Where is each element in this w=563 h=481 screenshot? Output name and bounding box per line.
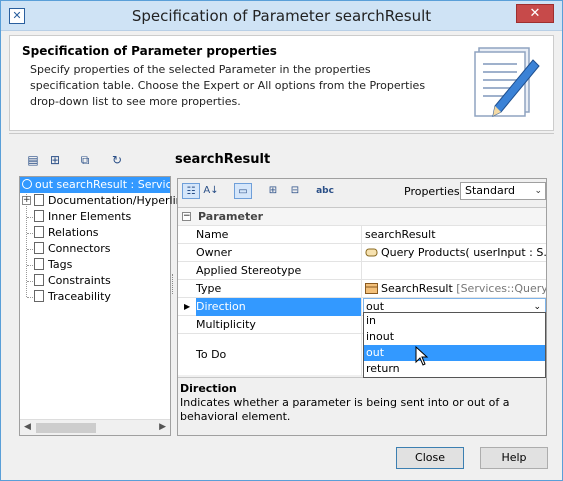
- element-title: searchResult: [175, 152, 271, 167]
- document-icon: [34, 226, 44, 238]
- specification-dialog: ✕ Specification of Parameter searchResul…: [0, 0, 563, 481]
- property-name: Type: [196, 280, 362, 298]
- property-name: Multiplicity: [196, 316, 362, 334]
- collapse-icon[interactable]: −: [182, 212, 191, 221]
- property-value: Query Products( userInput : S...: [381, 246, 546, 259]
- scroll-thumb[interactable]: [36, 423, 96, 433]
- tree-item-documentation[interactable]: Documentation/Hyperlin: [34, 193, 183, 209]
- category-tree: out searchResult : Services + Documentat…: [19, 176, 183, 436]
- copy-icon[interactable]: ⧉: [77, 152, 93, 168]
- document-icon: [34, 258, 44, 270]
- class-icon: [365, 283, 378, 294]
- description-panel: Direction Indicates whether a parameter …: [178, 377, 546, 435]
- list-view-icon[interactable]: ▤: [25, 152, 41, 168]
- tree-item-connectors[interactable]: Connectors: [34, 241, 110, 257]
- direction-option-in[interactable]: in: [364, 313, 545, 329]
- properties-toolbar: ☷ A↓ ▭ ⊞ ⊟ abc Properties: Standard ⌄: [178, 179, 546, 203]
- tree-horizontal-scrollbar[interactable]: ◀ ▶: [20, 419, 170, 435]
- property-row-name[interactable]: Name searchResult: [178, 226, 546, 244]
- description-text: Indicates whether a parameter is being s…: [180, 396, 510, 423]
- tree-item-relations[interactable]: Relations: [34, 225, 99, 241]
- document-icon: [34, 274, 44, 286]
- show-description-icon[interactable]: ▭: [234, 183, 252, 199]
- document-icon: [34, 210, 44, 222]
- property-value-cell[interactable]: SearchResult [Services::Query...: [363, 280, 546, 298]
- splitter-handle[interactable]: [172, 274, 175, 294]
- property-value[interactable]: [363, 262, 546, 280]
- document-icon: [34, 290, 44, 302]
- property-row-owner[interactable]: Owner Query Products( userInput : S...: [178, 244, 546, 262]
- parameter-icon: [22, 179, 32, 189]
- tree-item-inner-elements[interactable]: Inner Elements: [34, 209, 131, 225]
- sort-alphabetical-icon[interactable]: A↓: [202, 183, 220, 199]
- operation-icon: [365, 248, 378, 257]
- property-value[interactable]: searchResult: [363, 226, 546, 244]
- collapse-all-icon[interactable]: ⊟: [286, 183, 304, 199]
- properties-label: Properties:: [404, 185, 464, 198]
- properties-selected-value: Standard: [465, 184, 516, 197]
- header-panel: Specification of Parameter properties Sp…: [9, 35, 554, 131]
- close-window-button[interactable]: ✕: [516, 4, 554, 23]
- expand-icon[interactable]: +: [22, 196, 31, 205]
- mouse-cursor-icon: [415, 346, 429, 366]
- header-description: Specify properties of the selected Param…: [30, 63, 426, 108]
- direction-dropdown-list: in inout out return: [363, 312, 546, 378]
- tree-item-label: Connectors: [48, 242, 111, 255]
- property-row-type[interactable]: Type SearchResult [Services::Query...: [178, 280, 546, 298]
- property-name: Applied Stereotype: [196, 262, 362, 280]
- window-title: Specification of Parameter searchResult: [131, 7, 432, 25]
- property-value-cell[interactable]: Query Products( userInput : S...: [363, 244, 546, 262]
- row-pointer-icon: ▶: [184, 302, 191, 311]
- close-button[interactable]: Close: [396, 447, 464, 469]
- tree-view-icon[interactable]: ⊞: [47, 152, 63, 168]
- document-icon: [34, 194, 44, 206]
- property-value-extra: [Services::Query...: [456, 282, 546, 295]
- help-button[interactable]: Help: [480, 447, 548, 469]
- tree-item-label: Tags: [48, 258, 73, 271]
- document-icon: [34, 242, 44, 254]
- tree-item-constraints[interactable]: Constraints: [34, 273, 111, 289]
- property-name: Direction: [196, 298, 362, 316]
- group-row-parameter[interactable]: − Parameter: [178, 208, 546, 226]
- tree-item-root[interactable]: out searchResult : Services: [20, 177, 170, 193]
- tree-item-label: out searchResult : Services: [35, 178, 170, 191]
- spell-check-icon[interactable]: abc: [316, 183, 334, 199]
- tree-item-label: Inner Elements: [48, 210, 132, 223]
- tree-item-label: Traceability: [48, 290, 111, 303]
- chevron-down-icon: ⌄: [534, 186, 542, 196]
- property-name: To Do: [196, 334, 362, 376]
- description-title: Direction: [180, 382, 237, 395]
- expand-all-icon[interactable]: ⊞: [264, 183, 282, 199]
- property-value: SearchResult: [381, 282, 453, 295]
- property-row-applied-stereotype[interactable]: Applied Stereotype: [178, 262, 546, 280]
- categorized-view-icon[interactable]: ☷: [182, 183, 200, 199]
- dialog-footer: Close Help: [1, 439, 562, 481]
- property-name: Name: [196, 226, 362, 244]
- scroll-right-icon[interactable]: ▶: [159, 422, 166, 432]
- direction-option-return[interactable]: return: [364, 361, 545, 377]
- title-bar: ✕ Specification of Parameter searchResul…: [1, 1, 562, 31]
- group-title: Parameter: [198, 210, 264, 223]
- document-pencil-icon: [474, 47, 540, 117]
- properties-select[interactable]: Standard ⌄: [460, 182, 546, 200]
- tree-item-label: Documentation/Hyperlin: [48, 194, 183, 207]
- tree-item-traceability[interactable]: Traceability: [34, 289, 111, 305]
- tree-item-label: Relations: [48, 226, 99, 239]
- tree-item-tags[interactable]: Tags: [34, 257, 72, 273]
- refresh-icon[interactable]: ↻: [109, 152, 125, 168]
- properties-panel: ☷ A↓ ▭ ⊞ ⊟ abc Properties: Standard ⌄ − …: [177, 178, 547, 436]
- tree-item-label: Constraints: [48, 274, 111, 287]
- header-title: Specification of Parameter properties: [22, 44, 277, 58]
- direction-option-inout[interactable]: inout: [364, 329, 545, 345]
- property-name: Owner: [196, 244, 362, 262]
- direction-option-out[interactable]: out: [364, 345, 545, 361]
- main-area: ▤ ⊞ ⧉ ↻ searchResult out searchResult : …: [9, 133, 554, 436]
- scroll-left-icon[interactable]: ◀: [24, 422, 31, 432]
